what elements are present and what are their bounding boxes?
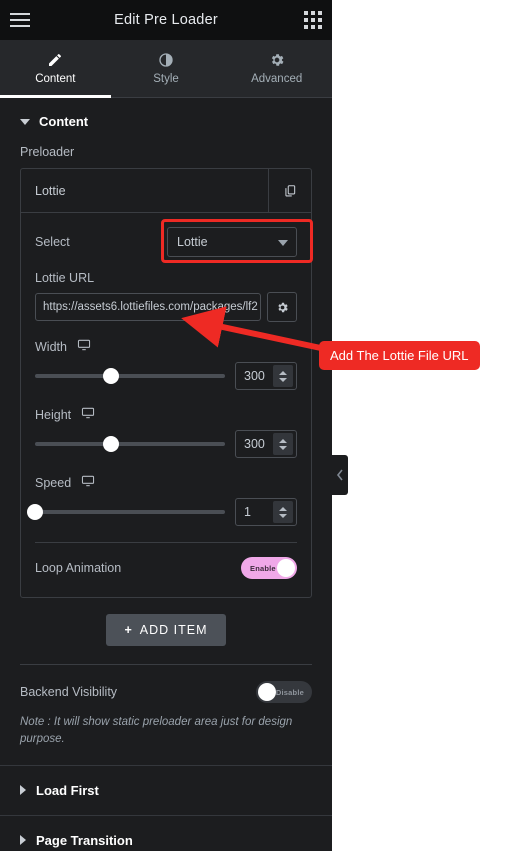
panel-collapse-handle[interactable] [332,455,348,495]
repeater-item-title[interactable]: Lottie [21,169,268,212]
width-value[interactable]: 300 [236,369,273,383]
backend-visibility-state: Disable [275,687,304,697]
tab-content-label: Content [35,73,76,85]
divider [35,542,297,543]
width-slider-track [35,374,225,378]
chevron-right-icon [20,835,26,845]
speed-control: 1 [27,498,297,526]
editor-panel: Edit Pre Loader Content Style Advanced C… [0,0,332,851]
page-title: Edit Pre Loader [114,12,218,28]
select-row: Select Lottie [35,219,313,263]
chevron-down-icon [20,118,30,125]
repeater-item-header[interactable]: Lottie [21,169,311,213]
speed-label: Speed [35,475,72,490]
tab-style-label: Style [153,73,179,85]
height-value[interactable]: 300 [236,437,273,451]
add-item-label: ADD ITEM [139,623,208,637]
lottie-url-label: Lottie URL [35,271,95,285]
desktop-icon[interactable] [77,338,91,355]
speed-value[interactable]: 1 [236,505,273,519]
loop-animation-toggle[interactable]: Enable [241,557,297,579]
preloader-repeater: Lottie Select Lottie Lottie URL https://… [20,168,313,598]
height-control: 300 [35,430,297,458]
tab-advanced[interactable]: Advanced [221,40,332,97]
tab-advanced-label: Advanced [251,73,303,85]
lottie-url-row: https://assets6.lottiefiles.com/packages… [35,292,297,322]
speed-slider-thumb[interactable] [27,504,43,520]
accordion-page-transition-label: Page Transition [36,832,133,848]
repeater-item-content: Select Lottie Lottie URL https://assets6… [21,213,313,597]
speed-label-row: Speed [35,474,297,491]
contrast-icon [158,52,174,68]
preloader-type-select[interactable]: Lottie [167,227,297,257]
height-label-row: Height [35,406,297,423]
toggle-knob [258,683,276,701]
select-label: Select [35,235,70,249]
toggle-knob [277,559,295,577]
chevron-right-icon [20,785,26,795]
height-label: Height [35,407,72,422]
backend-visibility-label: Backend Visibility [20,685,118,699]
speed-number-input[interactable]: 1 [235,498,297,526]
preloader-label: Preloader [20,145,75,159]
accordion-load-first-label: Load First [36,782,99,798]
hamburger-icon[interactable] [0,0,40,40]
width-slider-thumb[interactable] [103,368,119,384]
loop-animation-label: Loop Animation [35,561,122,575]
add-item-button[interactable]: + ADD ITEM [106,614,226,646]
speed-slider[interactable] [27,501,225,523]
width-stepper[interactable] [273,365,293,387]
content-section-title: Content [39,114,89,129]
width-label-row: Width [35,338,297,355]
backend-visibility-toggle[interactable]: Disable [256,681,312,703]
speed-stepper[interactable] [273,501,293,523]
accordion-page-transition[interactable]: Page Transition [0,814,332,851]
height-slider[interactable] [35,433,225,455]
height-number-input[interactable]: 300 [235,430,297,458]
desktop-icon[interactable] [81,474,95,491]
width-label: Width [35,339,67,354]
annotation-callout: Add The Lottie File URL [319,341,480,370]
select-wrapper: Lottie [161,219,313,263]
desktop-icon[interactable] [81,406,95,423]
loop-animation-state: Enable [250,563,276,573]
backend-visibility-row: Backend Visibility Disable [20,681,312,703]
content-section-body: Preloader Lottie Select Lottie Lottie UR… [0,145,332,765]
lottie-url-input[interactable]: https://assets6.lottiefiles.com/packages… [35,293,261,321]
url-settings-gear-icon[interactable] [267,292,297,322]
width-control: 300 [35,362,297,390]
grid-apps-icon[interactable] [304,11,322,29]
panel-scroll-area[interactable]: Content Preloader Lottie Select Lottie L… [0,98,332,851]
content-section-header[interactable]: Content [0,98,332,145]
height-stepper[interactable] [273,433,293,455]
width-number-input[interactable]: 300 [235,362,297,390]
divider [20,664,312,665]
loop-animation-row: Loop Animation Enable [35,557,297,579]
duplicate-icon[interactable] [268,169,311,212]
accordion-load-first[interactable]: Load First [0,764,332,815]
tab-content[interactable]: Content [0,40,111,98]
gear-icon [269,52,285,68]
chevron-left-icon [336,469,343,481]
height-slider-track [35,442,225,446]
backend-visibility-note: Note : It will show static preloader are… [20,716,293,746]
plus-icon: + [124,623,133,637]
speed-slider-track [29,510,225,514]
tab-bar: Content Style Advanced [0,40,332,98]
height-slider-thumb[interactable] [103,436,119,452]
width-slider[interactable] [35,365,225,387]
tab-style[interactable]: Style [111,40,222,97]
top-bar: Edit Pre Loader [0,0,332,40]
pencil-icon [47,52,63,68]
